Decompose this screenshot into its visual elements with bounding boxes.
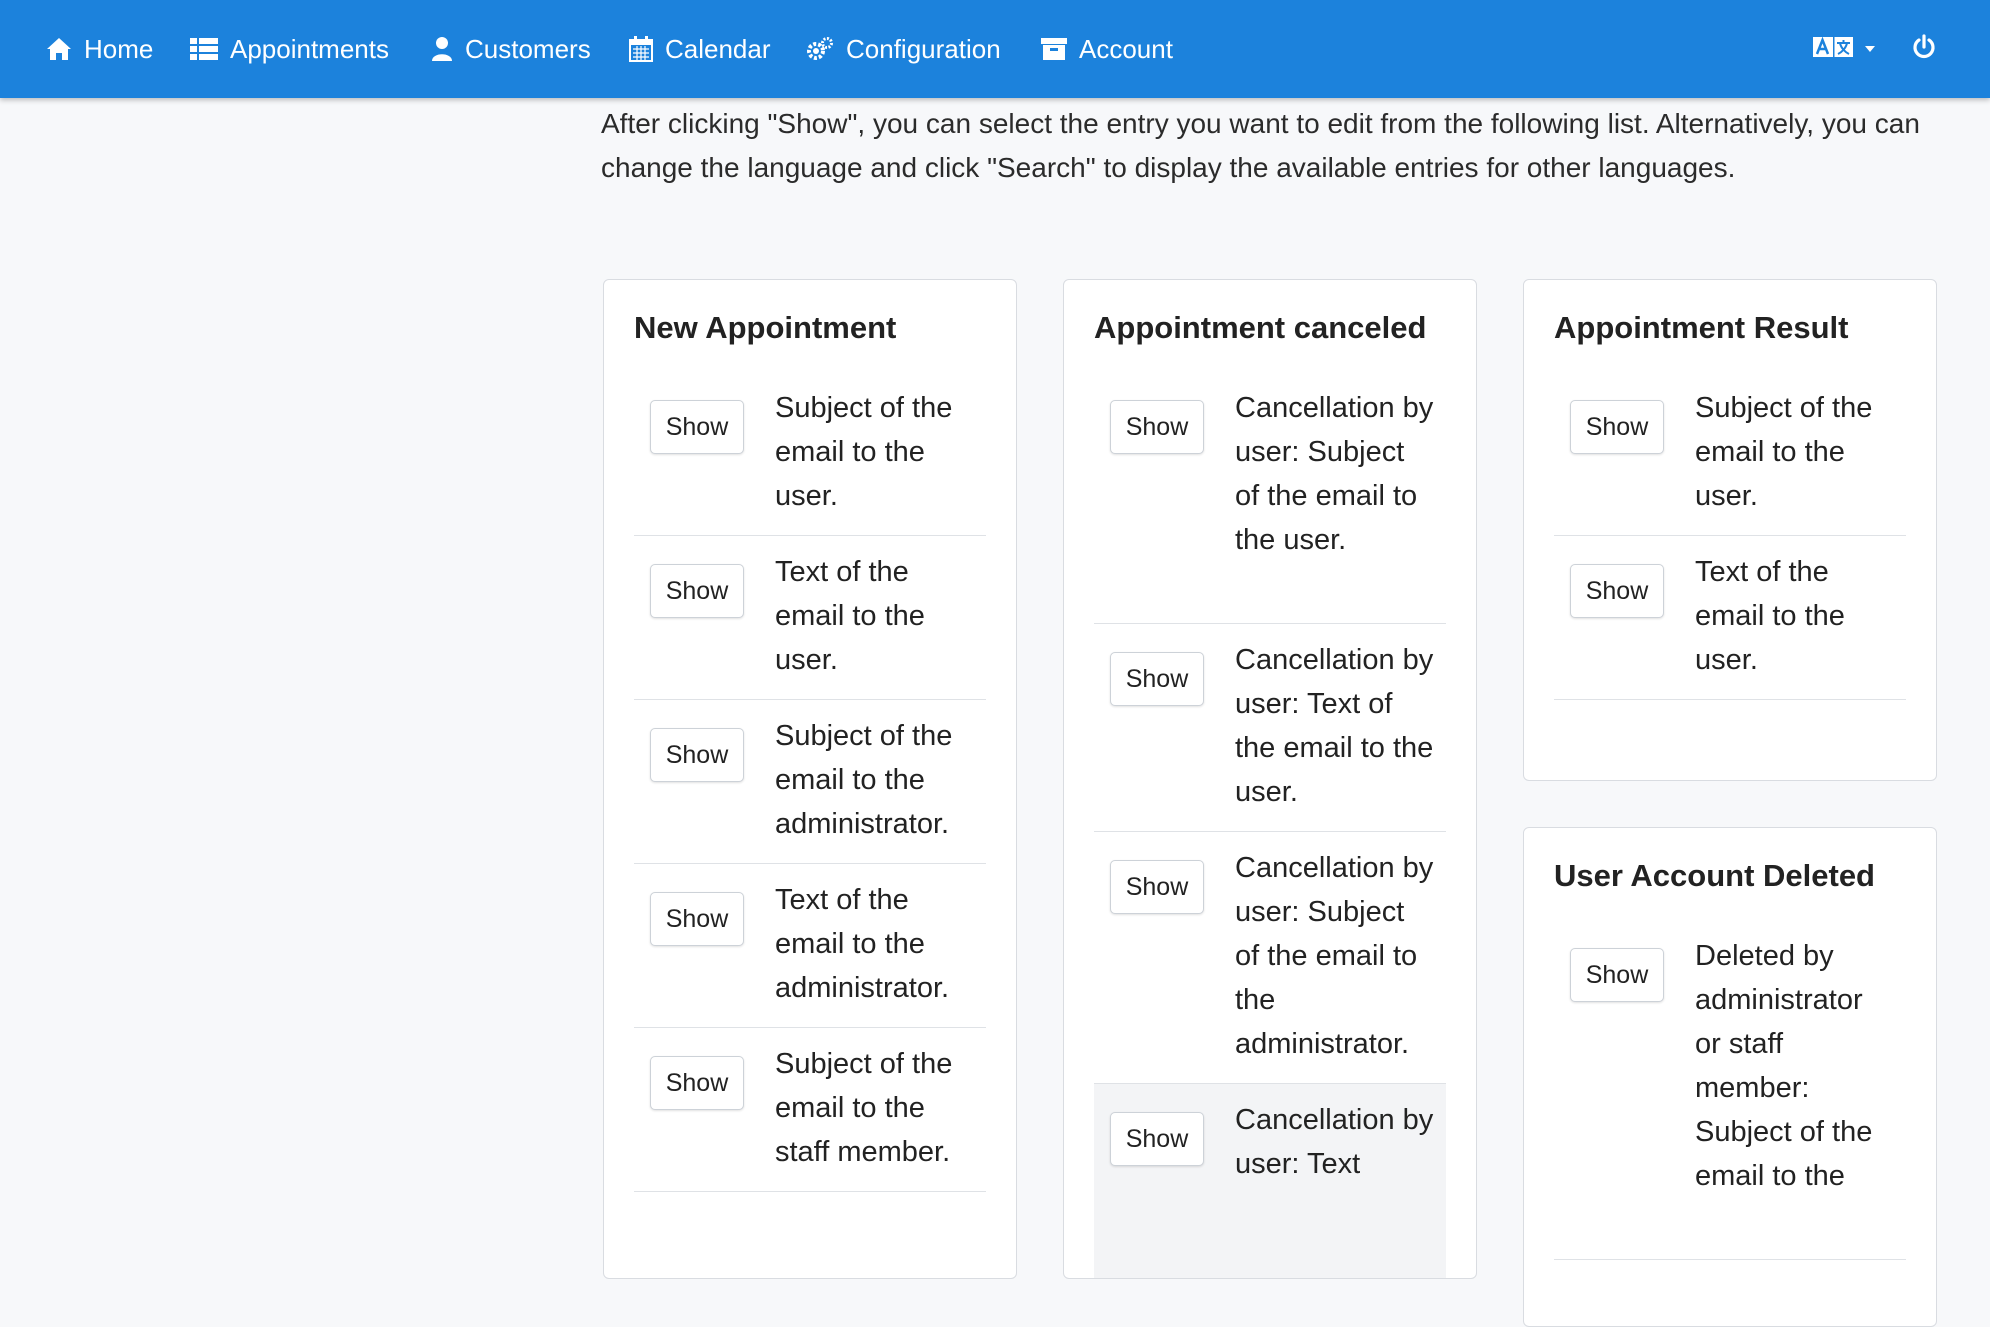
nav-home-label: Home xyxy=(84,33,154,64)
list-item: Show Text of the email to the user. xyxy=(1554,536,1906,700)
nav-appointments[interactable]: Appointments xyxy=(190,0,389,98)
nav-account-label: Account xyxy=(1079,33,1173,64)
nav-calendar-label: Calendar xyxy=(665,33,771,64)
list-item: Show Subject of the email to the staff m… xyxy=(634,1028,986,1192)
show-button[interactable]: Show xyxy=(1570,400,1664,454)
language-dropdown[interactable] xyxy=(1812,0,1876,98)
nav-configuration-label: Configuration xyxy=(846,33,1001,64)
show-button[interactable]: Show xyxy=(1570,564,1664,618)
list-item: Show Subject of the email to the user. xyxy=(1554,372,1906,536)
archive-icon xyxy=(1041,37,1067,61)
card-title: User Account Deleted xyxy=(1554,858,1875,893)
nav-calendar[interactable]: Calendar xyxy=(629,0,771,98)
list-item: Show Subject of the email to the adminis… xyxy=(634,700,986,864)
list-item: Show Cancellation by user: Subject of th… xyxy=(1094,832,1446,1084)
list-item: Show Cancellation by user: Text xyxy=(1094,1084,1446,1278)
entry-label: Text of the email to the administrator. xyxy=(775,884,950,1004)
show-button[interactable]: Show xyxy=(1110,1112,1204,1166)
list-item: Show Text of the email to the user. xyxy=(634,536,986,700)
list-item: Show Cancellation by user: Subject of th… xyxy=(1094,372,1446,624)
home-icon xyxy=(46,37,72,61)
show-button[interactable]: Show xyxy=(1570,948,1664,1002)
list-item: Show Deleted by administrator or staff m… xyxy=(1554,920,1906,1260)
nav-account[interactable]: Account xyxy=(1041,0,1173,98)
list-item: Show Cancellation by user: Text of the e… xyxy=(1094,624,1446,832)
nav-customers[interactable]: Customers xyxy=(431,0,591,98)
list-item: Show Text of the email to the administra… xyxy=(634,864,986,1028)
card-new-appointment: New Appointment Show Subject of the emai… xyxy=(603,279,1017,1279)
logout-button[interactable] xyxy=(1911,0,1937,98)
entry-label: Subject of the email to the administrato… xyxy=(775,720,953,840)
entry-label: Text of the email to the user. xyxy=(775,556,925,676)
show-button[interactable]: Show xyxy=(1110,652,1204,706)
show-button[interactable]: Show xyxy=(650,728,744,782)
show-button[interactable]: Show xyxy=(1110,400,1204,454)
entry-label: Subject of the email to the user. xyxy=(1695,392,1873,512)
entry-label: Subject of the email to the staff member… xyxy=(775,1048,953,1168)
entry-label: Deleted by administrator or staff member… xyxy=(1695,940,1873,1192)
show-button[interactable]: Show xyxy=(1110,860,1204,914)
nav-appointments-label: Appointments xyxy=(230,33,389,64)
list-item: Show Subject of the email to the user. xyxy=(634,372,986,536)
card-title: Appointment canceled xyxy=(1094,310,1427,345)
card-title: New Appointment xyxy=(634,310,897,345)
list-icon xyxy=(190,37,218,61)
calendar-icon xyxy=(629,36,653,62)
card-appointment-canceled: Appointment canceled Show Cancellation b… xyxy=(1063,279,1477,1279)
show-button[interactable]: Show xyxy=(650,400,744,454)
entry-label: Subject of the email to the user. xyxy=(775,392,953,512)
nav-configuration[interactable]: Configuration xyxy=(806,0,1001,98)
language-icon xyxy=(1812,36,1854,63)
gears-icon xyxy=(806,36,834,62)
card-user-account-deleted: User Account Deleted Show Deleted by adm… xyxy=(1523,827,1937,1327)
card-appointment-result: Appointment Result Show Subject of the e… xyxy=(1523,279,1937,781)
show-button[interactable]: Show xyxy=(650,892,744,946)
nav-customers-label: Customers xyxy=(465,33,591,64)
show-button[interactable]: Show xyxy=(650,1056,744,1110)
user-icon xyxy=(431,36,453,62)
entry-label: Cancellation by user: Text of the email … xyxy=(1235,644,1434,808)
entry-label: Text of the email to the user. xyxy=(1695,556,1845,676)
intro-text: After clicking "Show", you can select th… xyxy=(601,108,1920,183)
entry-label: Cancellation by user: Subject of the ema… xyxy=(1235,392,1434,556)
card-title: Appointment Result xyxy=(1554,310,1849,345)
entry-label: Cancellation by user: Subject of the ema… xyxy=(1235,852,1434,1060)
show-button[interactable]: Show xyxy=(650,564,744,618)
power-icon xyxy=(1911,33,1937,65)
entry-label: Cancellation by user: Text xyxy=(1235,1104,1434,1180)
top-navbar: Home Appointments Customers Calendar Con… xyxy=(0,0,1990,98)
chevron-down-icon xyxy=(1864,40,1876,58)
nav-home[interactable]: Home xyxy=(46,0,153,98)
